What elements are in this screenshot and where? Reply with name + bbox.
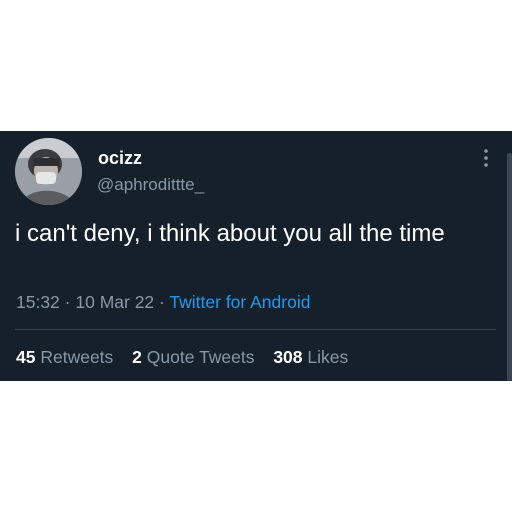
avatar-image [15,138,82,205]
tweet-meta: 15:32 · 10 Mar 22 · Twitter for Android [16,292,310,313]
retweets-label: Retweets [40,347,114,367]
quote-tweets-count: 2 [132,347,142,367]
likes-label: Likes [307,347,349,367]
author-display-name[interactable]: ocizz [98,148,142,169]
tweet-text: i can't deny, i think about you all the … [15,220,445,247]
scrollbar[interactable] [507,153,512,381]
likes-count: 308 [273,347,303,367]
tweet-time[interactable]: 15:32 [16,292,60,312]
tweet-stats: 45 Retweets 2 Quote Tweets 308 Likes [16,347,362,368]
divider [15,329,496,330]
tweet-card: ocizz @aphrodittte_ i can't deny, i thin… [0,131,512,381]
tweet-source-link[interactable]: Twitter for Android [169,292,310,312]
quote-tweets-stat[interactable]: 2 Quote Tweets [132,347,254,367]
avatar[interactable] [15,138,82,205]
retweets-count: 45 [16,347,36,367]
meta-separator: · [64,292,71,312]
retweets-stat[interactable]: 45 Retweets [16,347,113,367]
meta-separator: · [159,292,165,312]
author-handle[interactable]: @aphrodittte_ [97,175,204,195]
quote-tweets-label: Quote Tweets [146,347,255,367]
likes-stat[interactable]: 308 Likes [273,347,348,367]
more-vertical-icon[interactable] [478,147,494,169]
tweet-date[interactable]: 10 Mar 22 [75,292,154,312]
